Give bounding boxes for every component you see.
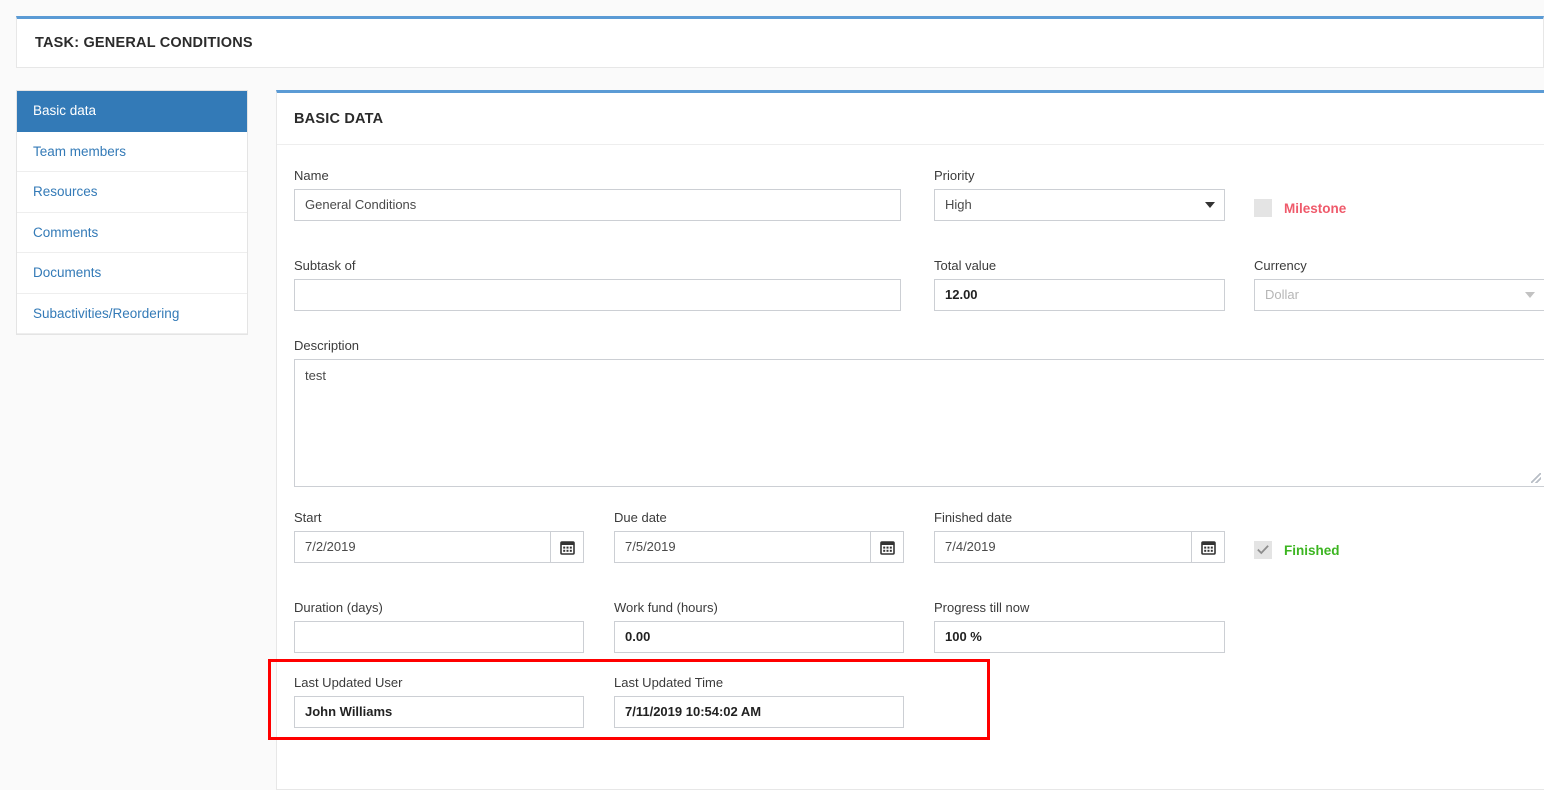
due-date-calendar-button[interactable] bbox=[870, 531, 904, 563]
milestone-label: Milestone bbox=[1284, 200, 1347, 216]
currency-select[interactable]: Dollar bbox=[1254, 279, 1544, 311]
work-fund-hours-label: Work fund (hours) bbox=[614, 600, 718, 615]
progress-till-now-input[interactable]: 100 % bbox=[934, 621, 1225, 653]
finished-checkbox-group[interactable]: Finished bbox=[1254, 541, 1340, 559]
sidebar-item-label: Subactivities/Reordering bbox=[33, 305, 180, 321]
calendar-icon bbox=[1200, 540, 1216, 555]
task-title-panel: TASK: GENERAL CONDITIONS bbox=[16, 16, 1544, 68]
sidebar-item-comments[interactable]: Comments bbox=[17, 213, 247, 253]
sidebar-item-label: Team members bbox=[33, 143, 127, 159]
last-updated-user-field-group: Last Updated User John Williams bbox=[294, 675, 584, 728]
sidebar-item-basic-data[interactable]: Basic data bbox=[17, 91, 247, 132]
last-updated-time-label: Last Updated Time bbox=[614, 675, 724, 690]
basic-data-panel: BASIC DATA Name General Conditions Prior… bbox=[276, 90, 1544, 790]
calendar-icon bbox=[879, 540, 895, 555]
total-value-label: Total value bbox=[934, 258, 997, 273]
sidebar-item-label: Resources bbox=[33, 184, 98, 199]
due-date-input[interactable]: 7/5/2019 bbox=[614, 531, 870, 563]
section-nav-sidebar: Basic data Team members Resources Commen… bbox=[16, 90, 248, 335]
currency-label: Currency bbox=[1254, 258, 1307, 273]
duration-days-field-group: Duration (days) bbox=[294, 600, 584, 653]
last-updated-time-field-group: Last Updated Time 7/11/2019 10:54:02 AM bbox=[614, 675, 904, 728]
chevron-down-icon bbox=[1525, 292, 1535, 298]
sidebar-item-team-members[interactable]: Team members bbox=[17, 132, 247, 172]
due-date-label: Due date bbox=[614, 510, 667, 525]
finished-label: Finished bbox=[1284, 542, 1340, 558]
priority-select[interactable]: High bbox=[934, 189, 1225, 221]
start-label: Start bbox=[294, 510, 322, 525]
duration-days-label: Duration (days) bbox=[294, 600, 383, 615]
chevron-down-icon bbox=[1205, 202, 1215, 208]
total-value-field-group: Total value 12.00 bbox=[934, 258, 1225, 311]
last-updated-user-label: Last Updated User bbox=[294, 675, 403, 690]
sidebar-item-label: Comments bbox=[33, 224, 99, 240]
priority-field-group: Priority High bbox=[934, 168, 1225, 221]
sidebar-item-resources[interactable]: Resources bbox=[17, 172, 247, 213]
currency-selected-value: Dollar bbox=[1265, 287, 1299, 302]
sidebar-item-subactivities-reordering[interactable]: Subactivities/Reordering bbox=[17, 294, 247, 334]
work-fund-hours-input[interactable]: 0.00 bbox=[614, 621, 904, 653]
progress-till-now-label: Progress till now bbox=[934, 600, 1030, 615]
work-fund-hours-field-group: Work fund (hours) 0.00 bbox=[614, 600, 904, 653]
calendar-icon bbox=[559, 540, 575, 555]
subtask-of-input[interactable] bbox=[294, 279, 901, 311]
last-updated-user-input[interactable]: John Williams bbox=[294, 696, 584, 728]
sidebar-item-label: Basic data bbox=[33, 103, 97, 118]
page-title: TASK: GENERAL CONDITIONS bbox=[35, 35, 253, 51]
description-value: test bbox=[305, 368, 326, 383]
start-calendar-button[interactable] bbox=[550, 531, 584, 563]
description-textarea[interactable]: test bbox=[294, 359, 1544, 487]
check-icon bbox=[1257, 545, 1269, 555]
resize-grip-icon[interactable] bbox=[1531, 473, 1541, 483]
start-field-group: Start 7/2/2019 bbox=[294, 510, 584, 563]
last-updated-time-input[interactable]: 7/11/2019 10:54:02 AM bbox=[614, 696, 904, 728]
total-value-input[interactable]: 12.00 bbox=[934, 279, 1225, 311]
finished-date-input[interactable]: 7/4/2019 bbox=[934, 531, 1191, 563]
name-label: Name bbox=[294, 168, 329, 183]
finished-date-field-group: Finished date 7/4/2019 bbox=[934, 510, 1225, 563]
priority-label: Priority bbox=[934, 168, 975, 183]
duration-days-input[interactable] bbox=[294, 621, 584, 653]
sidebar-item-label: Documents bbox=[33, 265, 102, 280]
priority-selected-value: High bbox=[945, 197, 972, 212]
name-field-group: Name General Conditions bbox=[294, 168, 901, 221]
progress-till-now-field-group: Progress till now 100 % bbox=[934, 600, 1225, 653]
subtask-of-field-group: Subtask of bbox=[294, 258, 901, 311]
milestone-checkbox-group[interactable]: Milestone bbox=[1254, 199, 1346, 217]
due-date-field-group: Due date 7/5/2019 bbox=[614, 510, 904, 563]
currency-field-group: Currency Dollar bbox=[1254, 258, 1544, 311]
description-label: Description bbox=[294, 338, 360, 353]
finished-date-calendar-button[interactable] bbox=[1191, 531, 1225, 563]
finished-date-label: Finished date bbox=[934, 510, 1013, 525]
start-date-input[interactable]: 7/2/2019 bbox=[294, 531, 550, 563]
description-field-group: Description test bbox=[294, 338, 1544, 487]
panel-heading: BASIC DATA bbox=[277, 93, 1544, 145]
finished-checkbox[interactable] bbox=[1254, 541, 1272, 559]
name-input[interactable]: General Conditions bbox=[294, 189, 901, 221]
sidebar-item-documents[interactable]: Documents bbox=[17, 253, 247, 294]
subtask-of-label: Subtask of bbox=[294, 258, 356, 273]
milestone-checkbox[interactable] bbox=[1254, 199, 1272, 217]
